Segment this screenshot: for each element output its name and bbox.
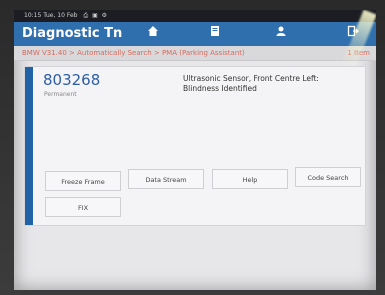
device-frame: 10:15 Tue, 10 Feb ⎙ ▣ ⚙ Diagnostic Tn BM… <box>0 0 385 295</box>
dtc-description: Ultrasonic Sensor, Front Centre Left: Bl… <box>183 74 319 93</box>
report-icon[interactable] <box>206 25 224 43</box>
status-time: 10:15 <box>24 12 42 19</box>
breadcrumb: BMW V31.40 > Automatically Search > PMA … <box>14 46 376 61</box>
dtc-status: Permanent <box>44 91 77 98</box>
home-icon[interactable] <box>144 25 162 43</box>
help-button[interactable]: Help <box>212 169 288 189</box>
data-stream-button[interactable]: Data Stream <box>128 169 204 189</box>
freeze-frame-button[interactable]: Freeze Frame <box>45 171 121 191</box>
dtc-panel: 803268 Permanent Ultrasonic Sensor, Fron… <box>24 66 366 226</box>
breadcrumb-path: BMW V31.40 > Automatically Search > PMA … <box>22 49 245 57</box>
person-icon[interactable] <box>272 25 290 43</box>
fix-button[interactable]: FIX <box>45 197 121 217</box>
status-date: Tue, 10 Feb <box>43 12 78 19</box>
dtc-code: 803268 <box>43 71 101 89</box>
title-bar: Diagnostic Tn <box>14 22 376 46</box>
status-bar: 10:15 Tue, 10 Feb ⎙ ▣ ⚙ <box>14 10 376 22</box>
code-search-button[interactable]: Code Search <box>295 167 361 187</box>
panel-accent-bar <box>25 67 33 225</box>
screen: 10:15 Tue, 10 Feb ⎙ ▣ ⚙ Diagnostic Tn BM… <box>14 10 376 290</box>
page-title: Diagnostic Tn <box>22 26 123 41</box>
status-icons: ⎙ ▣ ⚙ <box>83 12 109 19</box>
